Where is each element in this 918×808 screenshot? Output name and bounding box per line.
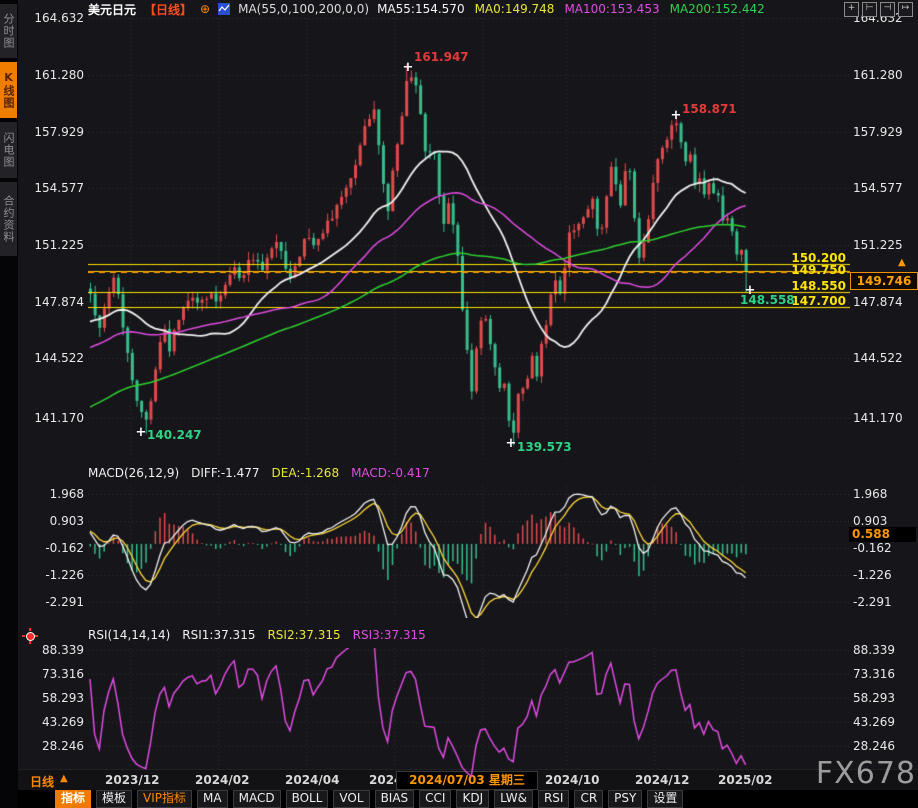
toolbar-item-设置[interactable]: 设置 <box>647 790 683 808</box>
add-indicator-icon[interactable]: ⊕ <box>200 2 210 16</box>
ma-values: MA55:154.570 MA0:149.748 MA100:153.453 MA20… <box>377 2 765 16</box>
live-indicator-icon <box>22 628 38 644</box>
symbol-title: 美元日元 <box>88 1 136 18</box>
ma-settings-label: MA(55,0,100,200,0,0) <box>238 2 369 16</box>
trading-terminal: 分时图 K线图闪电图合约资料 美元日元 【日线】 ⊕ MA(55,0,100,20… <box>0 0 918 808</box>
rsi-axis-right: 58.293 <box>853 691 917 705</box>
price-annotation-140.247: 140.247 <box>147 428 202 442</box>
toolbar-item-LW&[interactable]: LW& <box>494 790 533 808</box>
rsi3-value: RSI3:37.315 <box>353 628 426 644</box>
period-label: 【日线】 <box>144 1 192 18</box>
sidebar-tab-合约资料[interactable]: 合约资料 <box>0 182 17 256</box>
level-label-149.750: 149.750 <box>700 263 846 277</box>
toolbar-item-MA[interactable]: MA <box>197 790 228 808</box>
toolbar-item-VOL[interactable]: VOL <box>333 790 369 808</box>
macd-axis-right: -2.291 <box>853 595 917 609</box>
scale-right-button[interactable]: ⊣ <box>880 2 895 17</box>
ma-value-3: MA200:152.442 <box>670 2 765 16</box>
toolbar-item-MACD[interactable]: MACD <box>233 790 281 808</box>
main-chart-canvas[interactable] <box>88 18 850 462</box>
toolbar-item-模板[interactable]: 模板 <box>96 790 132 808</box>
extreme-marker-icon: + <box>403 60 414 75</box>
toolbar-item-PSY[interactable]: PSY <box>608 790 642 808</box>
toolbar-item-BIAS[interactable]: BIAS <box>375 790 415 808</box>
rsi2-value: RSI2:37.315 <box>267 628 340 644</box>
rsi1-value: RSI1:37.315 <box>182 628 255 644</box>
extreme-marker-icon: + <box>745 283 756 298</box>
toolbar-item-KDJ[interactable]: KDJ <box>456 790 489 808</box>
macd-chart-canvas[interactable] <box>88 486 850 618</box>
sidebar-tab-分时图[interactable]: 分时图 <box>0 4 17 58</box>
ma-value-1: MA0:149.748 <box>475 2 555 16</box>
macd-axis-right: 1.968 <box>853 487 917 501</box>
price-axis-right: 157.929 <box>853 125 917 139</box>
macd-axis-right: -1.226 <box>853 568 917 582</box>
macd-value: MACD:-0.417 <box>351 466 430 482</box>
sidebar-tab-闪电图[interactable]: 闪电图 <box>0 122 17 178</box>
rsi-axis-right: 28.246 <box>853 739 917 753</box>
price-axis-right: 144.522 <box>853 351 917 365</box>
macd-axis-right: -0.162 <box>853 541 917 555</box>
price-axis-right: 151.225 <box>853 238 917 252</box>
chart-header: 美元日元 【日线】 ⊕ MA(55,0,100,200,0,0) MA55:15… <box>88 0 765 18</box>
sidebar: 分时图 K线图闪电图合约资料 <box>0 0 18 808</box>
toolbar-item-BOLL[interactable]: BOLL <box>286 790 329 808</box>
timeframe-label[interactable]: 日线 <box>30 773 54 790</box>
rsi-axis-right: 43.269 <box>853 715 917 729</box>
macd-value-tag: 0.588 <box>849 527 916 542</box>
macd-header: MACD(26,12,9) DIFF:-1.477 DEA:-1.268 MAC… <box>88 466 430 482</box>
rsi-header: RSI(14,14,14) RSI1:37.315 RSI2:37.315 RS… <box>88 628 426 644</box>
sidebar-tab-K线图[interactable]: K线图 <box>0 62 17 118</box>
toolbar-item-VIP指标[interactable]: VIP指标 <box>137 790 192 808</box>
rsi-axis-right: 73.316 <box>853 667 917 681</box>
level-label-148.550: 148.550 <box>700 279 846 293</box>
toolbar-item-指标[interactable]: 指标 <box>55 790 91 808</box>
macd-axis-right: 0.903 <box>853 514 917 528</box>
rsi-chart-canvas[interactable] <box>88 648 850 778</box>
timeframe-dropdown-icon[interactable]: ▲ <box>60 773 68 784</box>
ma-value-0: MA55:154.570 <box>377 2 465 16</box>
rsi-axis-right: 88.339 <box>853 643 917 657</box>
last-price-tag: 149.746 <box>850 272 918 290</box>
extreme-marker-icon: + <box>506 436 517 451</box>
chart-controls: +⊢⊣↦ <box>844 2 913 17</box>
macd-title: MACD(26,12,9) <box>88 466 179 482</box>
ma-value-2: MA100:153.453 <box>564 2 659 16</box>
chart-type-icon[interactable] <box>218 3 230 15</box>
toolbar-item-CR[interactable]: CR <box>574 790 603 808</box>
toolbar-item-CCI[interactable]: CCI <box>419 790 451 808</box>
price-up-arrow-icon[interactable]: ▲ <box>898 257 906 268</box>
price-annotation-161.947: 161.947 <box>414 50 469 64</box>
macd-diff-value: DIFF:-1.477 <box>191 466 259 482</box>
toolbar-item-RSI[interactable]: RSI <box>538 790 570 808</box>
extreme-marker-icon: + <box>136 425 147 440</box>
watermark: FX678 <box>816 756 916 791</box>
scale-left-button[interactable]: ⊢ <box>862 2 877 17</box>
price-annotation-158.871: 158.871 <box>682 102 737 116</box>
price-annotation-139.573: 139.573 <box>517 440 572 454</box>
macd-dea-value: DEA:-1.268 <box>272 466 340 482</box>
shift-right-button[interactable]: ↦ <box>898 2 913 17</box>
price-axis-right: 154.577 <box>853 181 917 195</box>
extreme-marker-icon: + <box>671 108 682 123</box>
indicator-toolbar: 指标模板 VIP指标 MA MACD BOLLVOL BIASCCI KDJ LW&RSICR… <box>18 790 918 808</box>
price-axis-right: 141.170 <box>853 411 917 425</box>
price-axis-right: 161.280 <box>853 68 917 82</box>
rsi-title: RSI(14,14,14) <box>88 628 170 644</box>
price-axis-right: 147.874 <box>853 295 917 309</box>
pan-button[interactable]: + <box>844 2 859 17</box>
